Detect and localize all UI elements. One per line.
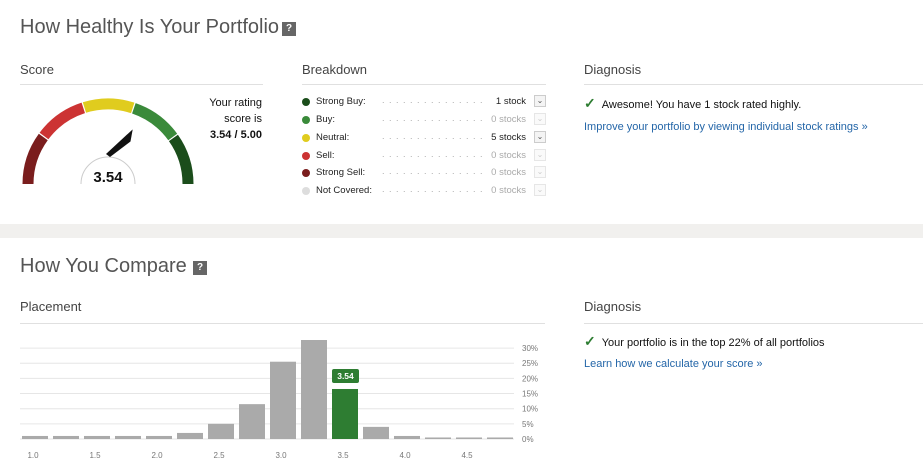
- gauge-needle: [106, 129, 133, 157]
- health-title: How Healthy Is Your Portfolio: [20, 16, 280, 38]
- breakdown-row: Strong Sell:. . . . . . . . . . . . . . …: [302, 164, 546, 182]
- breakdown-row: Strong Buy:. . . . . . . . . . . . . . .…: [302, 93, 546, 111]
- rating-name: Not Covered:: [316, 185, 372, 196]
- highlighted-bar: [332, 388, 358, 439]
- rating-count: 0 stocks: [491, 167, 526, 178]
- diagnosis-heading: Diagnosis: [584, 299, 642, 314]
- checkmark-icon: ✓: [584, 95, 596, 111]
- diagnosis-text: Awesome! You have 1 stock rated highly.: [601, 99, 802, 111]
- rating-name: Sell:: [316, 150, 335, 161]
- score-value: 3.54 / 5.00: [210, 129, 262, 141]
- histogram-bar: [425, 437, 451, 439]
- score-heading: Score: [20, 62, 54, 77]
- compare-title: How You Compare: [20, 255, 187, 277]
- breakdown-divider: [302, 84, 546, 85]
- x-tick-label: 4.5: [461, 451, 473, 460]
- y-tick-label: 20%: [522, 374, 538, 383]
- gauge-value: 3.54: [93, 169, 123, 186]
- y-tick-label: 5%: [522, 420, 534, 429]
- gauge-segment: [131, 103, 178, 141]
- breakdown-row: Not Covered:. . . . . . . . . . . . . . …: [302, 182, 546, 200]
- histogram-bar: [146, 435, 172, 439]
- histogram-bar: [301, 340, 327, 439]
- diagnosis-divider: [584, 323, 923, 324]
- histogram-bar: [177, 432, 203, 439]
- score-line-1: Your rating: [209, 97, 262, 109]
- score-divider: [20, 84, 263, 85]
- diagnosis-divider: [584, 84, 923, 85]
- rating-count: 0 stocks: [491, 185, 526, 196]
- histogram-bar: [53, 435, 79, 439]
- gauge-segment: [39, 102, 86, 140]
- rating-count: 0 stocks: [491, 114, 526, 125]
- x-tick-label: 1.5: [89, 451, 101, 460]
- placement-histogram: 0% 5% 10% 15% 20% 25% 30% 3.54 1.0 1.5 2.0 2.5 3.0 3.…: [20, 340, 538, 460]
- x-tick-label: 1.0: [27, 451, 39, 460]
- gauge-segment: [22, 133, 48, 185]
- compare-diagnosis-text: Your portfolio is in the top 22% of all …: [601, 337, 825, 349]
- expand-chevron-icon[interactable]: ⌄: [534, 166, 546, 178]
- x-tick-label: 4.0: [399, 451, 411, 460]
- breakdown-heading: Breakdown: [302, 62, 368, 77]
- y-tick-label: 30%: [522, 344, 538, 353]
- rating-dot-icon: [302, 98, 310, 106]
- rating-dot-icon: [302, 134, 310, 142]
- score-marker-label: 3.54: [337, 371, 354, 381]
- placement-divider: [20, 323, 545, 324]
- compare-diagnosis-message: ✓ Your portfolio is in the top 22% of all…: [584, 333, 825, 350]
- score-gauge: 3.54: [22, 98, 194, 186]
- histogram-bar: [84, 435, 110, 439]
- y-tick-label: 15%: [522, 390, 538, 399]
- rating-dot-icon: [302, 187, 310, 195]
- rating-name: Neutral:: [316, 132, 350, 143]
- score-line-2: score is: [224, 113, 262, 125]
- improve-portfolio-link[interactable]: Improve your portfolio by viewing indivi…: [584, 121, 868, 133]
- y-tick-label: 10%: [522, 405, 538, 414]
- placement-heading: Placement: [20, 299, 82, 314]
- x-tick-label: 3.0: [275, 451, 287, 460]
- checkmark-icon: ✓: [584, 333, 596, 349]
- histogram-bar: [456, 437, 482, 439]
- x-tick-label: 3.5: [337, 451, 349, 460]
- rating-dot-icon: [302, 169, 310, 177]
- expand-chevron-icon[interactable]: ⌄: [534, 113, 546, 125]
- histogram-bar: [239, 404, 265, 439]
- histogram-bar: [115, 435, 141, 439]
- help-icon[interactable]: ?: [282, 22, 296, 36]
- portfolio-health-panel: How Healthy Is Your Portfolio ? Score 3.…: [0, 0, 923, 224]
- expand-chevron-icon[interactable]: ⌄: [534, 149, 546, 161]
- gauge-segment: [82, 98, 135, 114]
- expand-chevron-icon[interactable]: ⌄: [534, 131, 546, 143]
- rating-dot-icon: [302, 116, 310, 124]
- breakdown-row: Neutral:. . . . . . . . . . . . . . . . …: [302, 129, 546, 147]
- histogram-bar: [394, 435, 420, 439]
- histogram-bar: [270, 361, 296, 439]
- rating-count: 5 stocks: [491, 132, 526, 143]
- histogram-bar: [208, 423, 234, 439]
- y-tick-label: 25%: [522, 359, 538, 368]
- calculate-score-link[interactable]: Learn how we calculate your score »: [584, 358, 763, 370]
- histogram-bar: [487, 437, 513, 439]
- gauge-segment: [168, 134, 194, 185]
- rating-count: 1 stock: [495, 96, 526, 107]
- expand-chevron-icon[interactable]: ⌄: [534, 95, 546, 107]
- rating-name: Strong Sell:: [316, 167, 366, 178]
- rating-name: Strong Buy:: [316, 96, 366, 107]
- breakdown-row: Buy:. . . . . . . . . . . . . . . . . . …: [302, 111, 546, 129]
- x-tick-label: 2.5: [213, 451, 225, 460]
- diagnosis-message: ✓ Awesome! You have 1 stock rated highly.: [584, 95, 801, 112]
- diagnosis-heading: Diagnosis: [584, 62, 642, 77]
- x-tick-label: 2.0: [151, 451, 163, 460]
- histogram-bar: [22, 435, 48, 439]
- score-text: Your rating score is 3.54 / 5.00: [196, 95, 262, 143]
- expand-chevron-icon[interactable]: ⌄: [534, 184, 546, 196]
- rating-dot-icon: [302, 152, 310, 160]
- rating-name: Buy:: [316, 114, 336, 125]
- histogram-bar: [363, 426, 389, 439]
- help-icon[interactable]: ?: [193, 261, 207, 275]
- rating-count: 0 stocks: [491, 150, 526, 161]
- y-tick-label: 0%: [522, 435, 534, 444]
- breakdown-row: Sell:. . . . . . . . . . . . . . . . . .…: [302, 147, 546, 165]
